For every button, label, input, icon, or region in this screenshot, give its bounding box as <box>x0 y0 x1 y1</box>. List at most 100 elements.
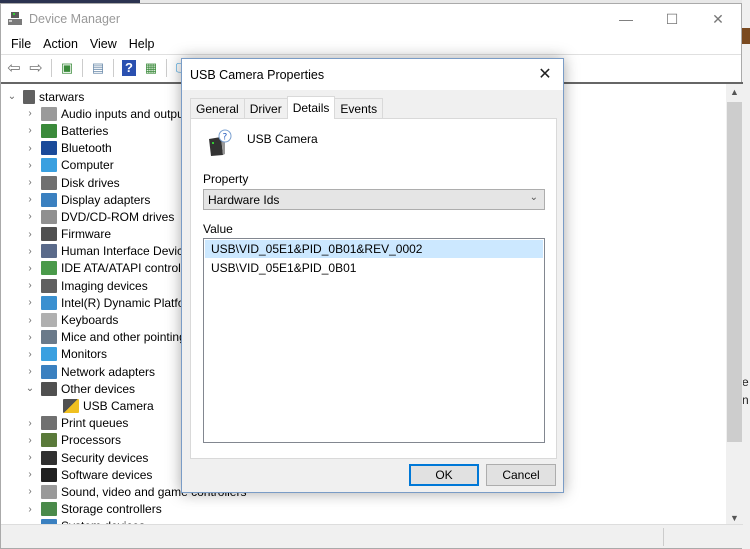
tree-category-label: Display adapters <box>61 192 151 207</box>
device-category-icon <box>41 175 57 190</box>
tree-category-label: Keyboards <box>61 313 119 328</box>
cancel-button[interactable]: Cancel <box>486 464 556 486</box>
scroll-up-icon[interactable]: ▲ <box>726 84 743 101</box>
expand-chevron-icon[interactable]: › <box>23 246 37 257</box>
toolbar-separator <box>51 58 52 77</box>
run-action-icon: ▦ <box>144 59 158 75</box>
device-category-icon <box>41 295 57 310</box>
collapse-chevron-icon[interactable]: ⌄ <box>23 383 37 394</box>
expand-chevron-icon[interactable]: › <box>23 143 37 154</box>
maximize-button[interactable]: ☐ <box>649 4 695 34</box>
tree-category[interactable]: › Storage controllers <box>5 501 246 518</box>
expand-chevron-icon[interactable]: › <box>23 125 37 136</box>
menu-help[interactable]: Help <box>123 37 161 51</box>
device-category-icon <box>41 416 57 431</box>
tab-driver[interactable]: Driver <box>243 98 288 118</box>
value-list[interactable]: USB\VID_05E1&PID_0B01&REV_0002 USB\VID_0… <box>203 238 545 443</box>
tree-category-label: Disk drives <box>61 175 120 190</box>
dialog-close-button[interactable]: ✕ <box>535 65 555 85</box>
expand-chevron-icon[interactable]: › <box>23 418 37 429</box>
device-category-icon <box>41 364 57 379</box>
menu-view[interactable]: View <box>84 37 123 51</box>
value-list-item[interactable]: USB\VID_05E1&PID_0B01 <box>204 259 544 277</box>
device-category-icon <box>41 347 57 362</box>
expand-chevron-icon[interactable]: › <box>23 263 37 274</box>
properties-button[interactable]: ▤ <box>89 59 107 77</box>
tab-events[interactable]: Events <box>334 98 384 118</box>
background-window: e n <box>742 0 750 549</box>
collapse-chevron-icon[interactable]: ⌄ <box>5 91 19 102</box>
properties-dialog: USB Camera Properties ✕ General Driver D… <box>181 58 564 493</box>
scrollbar-thumb[interactable] <box>727 102 742 442</box>
chevron-down-icon: ⌄ <box>529 192 538 203</box>
property-label: Property <box>203 172 249 186</box>
background-accent <box>742 28 750 44</box>
ok-button[interactable]: OK <box>409 464 479 486</box>
expand-chevron-icon[interactable]: › <box>23 366 37 377</box>
tree-category-label: Monitors <box>61 347 108 362</box>
close-icon: ✕ <box>538 66 552 83</box>
run-action-button[interactable]: ▦ <box>142 59 160 77</box>
expand-chevron-icon[interactable]: › <box>23 108 37 119</box>
device-manager-icon <box>7 11 23 27</box>
device-category-icon <box>41 381 57 396</box>
property-dropdown[interactable]: Hardware Ids ⌄ <box>203 189 545 210</box>
expand-chevron-icon[interactable]: › <box>23 504 37 515</box>
vertical-scrollbar[interactable]: ▲ ▼ <box>726 84 743 525</box>
tab-details[interactable]: Details <box>286 96 336 119</box>
minimize-icon: — <box>619 11 633 27</box>
device-category-icon <box>41 433 57 448</box>
expand-chevron-icon[interactable]: › <box>23 486 37 497</box>
help-button[interactable]: ? <box>120 59 138 77</box>
expand-chevron-icon[interactable]: › <box>23 194 37 205</box>
tree-category-label: Software devices <box>61 467 153 482</box>
toolbar-separator <box>166 58 167 77</box>
menu-file[interactable]: File <box>5 37 37 51</box>
show-hide-console-tree-button[interactable]: ▣ <box>58 59 76 77</box>
device-category-icon <box>41 209 57 224</box>
tree-category-label: Audio inputs and outputs <box>61 106 194 121</box>
details-panel: ? USB Camera Property Hardware Ids ⌄ Val… <box>190 118 557 459</box>
device-name: USB Camera <box>247 132 318 146</box>
property-dropdown-value: Hardware Ids <box>208 192 280 207</box>
dialog-tabs: General Driver Details Events <box>190 96 384 119</box>
back-button[interactable]: ⇦ <box>5 59 23 77</box>
expand-chevron-icon[interactable]: › <box>23 177 37 188</box>
tree-category-label: Batteries <box>61 123 109 138</box>
expand-chevron-icon[interactable]: › <box>23 349 37 360</box>
dialog-title: USB Camera Properties <box>190 67 325 82</box>
tree-category-label: Storage controllers <box>61 502 162 517</box>
background-text: e <box>742 375 749 389</box>
close-button[interactable]: ✕ <box>695 4 741 34</box>
menu-action[interactable]: Action <box>37 37 84 51</box>
tree-category-label: DVD/CD-ROM drives <box>61 209 175 224</box>
device-category-icon <box>41 330 57 345</box>
expand-chevron-icon[interactable]: › <box>23 435 37 446</box>
tree-category-label: Human Interface Devices <box>61 244 196 259</box>
expand-chevron-icon[interactable]: › <box>23 280 37 291</box>
expand-chevron-icon[interactable]: › <box>23 315 37 326</box>
expand-chevron-icon[interactable]: › <box>23 211 37 222</box>
forward-button[interactable]: ⇨ <box>27 59 45 77</box>
help-icon: ? <box>122 59 136 76</box>
menu-bar: File Action View Help <box>1 34 741 54</box>
device-category-icon <box>41 484 57 499</box>
status-divider <box>663 528 664 546</box>
minimize-button[interactable]: — <box>603 4 649 34</box>
expand-chevron-icon[interactable]: › <box>23 229 37 240</box>
expand-chevron-icon[interactable]: › <box>23 297 37 308</box>
dialog-title-bar: USB Camera Properties ✕ <box>182 59 563 90</box>
expand-chevron-icon[interactable]: › <box>23 452 37 463</box>
device-category-icon <box>41 141 57 156</box>
expand-chevron-icon[interactable]: › <box>23 332 37 343</box>
device-category-icon <box>41 227 57 242</box>
scroll-down-icon[interactable]: ▼ <box>726 510 743 525</box>
tab-general[interactable]: General <box>190 98 245 118</box>
forward-arrow-icon: ⇨ <box>29 59 43 77</box>
device-category-icon <box>41 502 57 517</box>
value-list-item[interactable]: USB\VID_05E1&PID_0B01&REV_0002 <box>205 240 543 258</box>
window-controls: — ☐ ✕ <box>603 4 741 34</box>
toolbar-separator <box>82 58 83 77</box>
expand-chevron-icon[interactable]: › <box>23 160 37 171</box>
expand-chevron-icon[interactable]: › <box>23 469 37 480</box>
